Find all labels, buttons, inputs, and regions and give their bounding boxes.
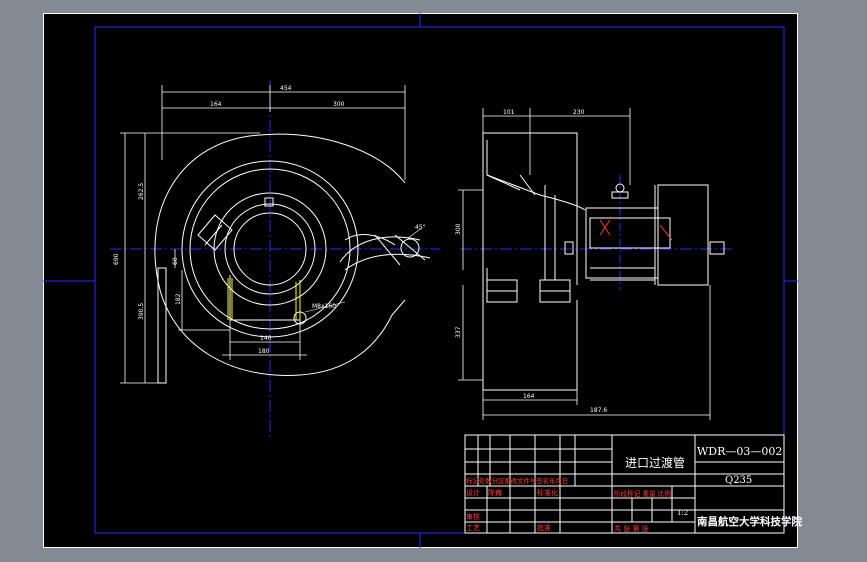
revision-header: 标记处数分区更改文件号签名年月日 [466, 476, 568, 485]
dim-front-bottom-inner: 140 [260, 335, 272, 342]
standard-label: 标准化 [537, 488, 558, 497]
dim-front-top-overall: 454 [280, 85, 292, 92]
dim-side-top-left: 101 [503, 109, 515, 116]
design-label: 设计 [466, 488, 480, 497]
approve-label: 批准 [537, 523, 551, 532]
process-label: 工艺 [466, 524, 480, 532]
dim-front-flange-label: M8x160 [312, 303, 336, 310]
drawing-sheet[interactable]: 454 164 300 690 262.5 390.5 60 182 140 1… [0, 0, 867, 562]
dim-front-top-left: 164 [210, 101, 222, 108]
material: Q235 [725, 475, 752, 486]
dim-front-left-height: 690 [113, 253, 120, 265]
dim-front-inner-mid: 182 [175, 293, 182, 305]
cad-viewport[interactable]: 454 164 300 690 262.5 390.5 60 182 140 1… [0, 0, 867, 562]
dim-front-left-lower: 390.5 [138, 303, 145, 320]
dim-front-left-upper: 262.5 [138, 183, 145, 200]
dim-side-bottom-inner: 164 [523, 393, 535, 400]
review-label: 审核 [466, 512, 480, 521]
dim-side-top-right: 230 [573, 109, 585, 116]
design-name: 陈巍 [488, 488, 502, 497]
dim-front-top-right: 300 [333, 101, 345, 108]
sheet-label: 共 张 第 张 [614, 524, 649, 533]
dim-front-bottom-outer: 180 [258, 348, 270, 355]
scale: 1:2 [677, 509, 688, 517]
school-name: 南昌航空大学科技学院 [697, 515, 802, 528]
stage-label: 阶段标记 重量 比例 [614, 489, 671, 498]
dim-front-inner-small: 60 [172, 257, 179, 265]
part-name: 进口过渡管 [625, 455, 685, 470]
dim-side-upper-height: 300 [455, 223, 462, 235]
dim-front-angle: 45° [415, 224, 426, 231]
dim-side-bottom-overall: 187.6 [590, 407, 607, 414]
dim-side-lower-height: 337 [455, 326, 462, 338]
drawing-number: WDR—03—002 [697, 445, 782, 458]
